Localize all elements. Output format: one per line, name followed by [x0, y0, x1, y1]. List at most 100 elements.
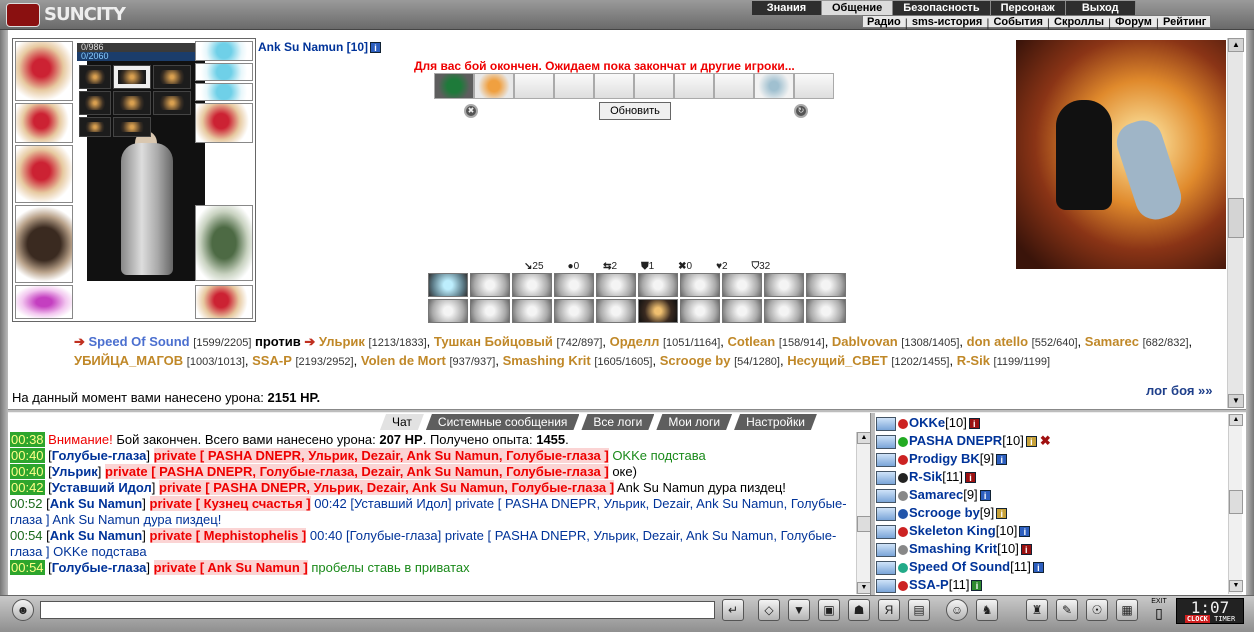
user-info-icon[interactable]: i [964, 472, 976, 484]
main-scrollbar[interactable]: ▲ ▼ [1227, 38, 1244, 408]
gloves-slot[interactable] [195, 103, 253, 143]
user-info-icon[interactable]: i [1025, 436, 1037, 448]
private-message-icon[interactable] [876, 452, 896, 467]
armor-slot[interactable] [15, 205, 73, 283]
skill-slot[interactable] [638, 273, 678, 297]
user-row[interactable]: SSA-P[11] i [876, 576, 1226, 594]
user-info-icon[interactable]: i [996, 454, 1008, 466]
boots-slot[interactable] [195, 285, 253, 319]
fighter-name[interactable]: Volen de Mort [361, 353, 446, 368]
menu-item[interactable]: Общение [822, 1, 894, 15]
save-icon[interactable]: ▣ [818, 599, 840, 621]
fighter-name[interactable]: Cotlean [728, 334, 776, 349]
chat-timestamp[interactable]: 00:40 [10, 464, 45, 479]
user-row[interactable]: Skeleton King[10] i [876, 522, 1226, 540]
user-row[interactable]: Smashing Krit[10] i [876, 540, 1226, 558]
chat-tab[interactable]: Настройки [734, 414, 817, 430]
submenu-item[interactable]: Радио [863, 16, 905, 28]
user-info-icon[interactable]: i [968, 418, 980, 430]
scroll-icon[interactable]: ✎ [1056, 599, 1078, 621]
skill-slot[interactable] [554, 299, 594, 323]
chat-timestamp[interactable]: 00:54 [10, 528, 43, 543]
chat-sender[interactable]: Ank Su Namun [50, 496, 142, 511]
earring-slot[interactable] [195, 41, 253, 61]
user-row[interactable]: R-Sik[11] i [876, 468, 1226, 486]
spell-slot[interactable] [594, 73, 634, 99]
skill-slot[interactable] [470, 273, 510, 297]
skill-slot[interactable] [428, 299, 468, 323]
skill-slot[interactable] [470, 299, 510, 323]
chat-timestamp[interactable]: 00:54 [10, 560, 45, 575]
user-name[interactable]: PASHA DNEPR [909, 433, 1002, 448]
skill-slot[interactable] [680, 299, 720, 323]
helmet-slot[interactable] [15, 41, 73, 101]
skill-slot[interactable] [806, 273, 846, 297]
scroll-up-icon[interactable]: ▲ [857, 432, 871, 444]
scroll-thumb[interactable] [1229, 490, 1243, 514]
eraser-icon[interactable]: ◇ [758, 599, 780, 621]
skill-slot[interactable] [596, 299, 636, 323]
private-message-icon[interactable] [876, 434, 896, 449]
scroll-thumb[interactable] [857, 516, 871, 532]
user-info-icon[interactable]: i [996, 508, 1008, 520]
ring-slot-1[interactable] [79, 65, 111, 89]
user-info-icon[interactable]: i [979, 490, 991, 502]
scroll-slot-2[interactable] [113, 91, 151, 115]
user-row[interactable]: PASHA DNEPR[10] i ✖ [876, 432, 1226, 450]
spell-slot[interactable] [674, 73, 714, 99]
user-row[interactable]: Speed Of Sound[11] i [876, 558, 1226, 576]
skill-slot[interactable] [638, 299, 678, 323]
bracer-slot[interactable] [15, 103, 73, 143]
chat-tab[interactable]: Чат [380, 414, 424, 430]
user-name[interactable]: Smashing Krit [909, 541, 997, 556]
skill-slot[interactable] [428, 273, 468, 297]
send-icon[interactable]: ↵ [722, 599, 744, 621]
private-message-icon[interactable] [876, 470, 896, 485]
ignore-icon[interactable]: ✖ [1040, 433, 1051, 448]
belt-slot[interactable] [15, 285, 73, 319]
chat-sender[interactable]: Голубые-глаза [52, 560, 147, 575]
necklace-slot[interactable] [195, 63, 253, 81]
private-message-icon[interactable] [876, 416, 896, 431]
prev-set-icon[interactable]: ✖ [464, 104, 478, 118]
user-row[interactable]: Prodigy BK[9] i [876, 450, 1226, 468]
spell-slot[interactable] [554, 73, 594, 99]
fighter-name[interactable]: Scrooge by [660, 353, 731, 368]
private-message-icon[interactable] [876, 488, 896, 503]
scroll-slot-1[interactable] [113, 65, 151, 89]
skill-slot[interactable] [806, 299, 846, 323]
filter-icon[interactable]: ▼ [788, 599, 810, 621]
private-message-icon[interactable] [876, 506, 896, 521]
chat-tab[interactable]: Мои логи [656, 414, 732, 430]
inventory-icon[interactable]: ▦ [1116, 599, 1138, 621]
private-message-icon[interactable] [876, 578, 896, 593]
private-message-icon[interactable] [876, 524, 896, 539]
fighter-name[interactable]: R-Sik [957, 353, 990, 368]
skill-slot[interactable] [764, 273, 804, 297]
spell-slot[interactable] [794, 73, 834, 99]
submenu-item[interactable]: sms-история [908, 16, 986, 28]
chat-private-recipients[interactable]: private [ Mephistophelis ] [149, 528, 307, 543]
dragon-icon[interactable]: ♞ [976, 599, 998, 621]
user-info-icon[interactable]: i [971, 580, 983, 592]
chat-timestamp[interactable]: 00:42 [10, 480, 45, 495]
chat-private-recipients[interactable]: private [ PASHA DNEPR, Голубые-глаза, De… [105, 464, 609, 479]
user-info-icon[interactable]: i [1020, 544, 1032, 556]
fighter-name[interactable]: УБИЙЦА_МАГОВ [74, 353, 183, 368]
next-set-icon[interactable]: ↻ [794, 104, 808, 118]
menu-item[interactable]: Безопасность [893, 1, 991, 15]
skill-slot[interactable] [722, 273, 762, 297]
ring-slot-4[interactable] [153, 91, 191, 115]
battle-log-link[interactable]: лог боя »» [1146, 383, 1213, 398]
user-name[interactable]: Scrooge by [909, 505, 980, 520]
user-info-icon[interactable]: i [1032, 562, 1044, 574]
fighter-name[interactable]: Dablvovan [832, 334, 898, 349]
user-row[interactable]: Scrooge by[9] i [876, 504, 1226, 522]
user-row[interactable]: OKKe[10] i [876, 414, 1226, 432]
spell-slot[interactable] [474, 73, 514, 99]
scroll-up-icon[interactable]: ▲ [1228, 38, 1244, 52]
chat-input[interactable] [40, 601, 715, 619]
refresh-button[interactable]: Обновить [599, 102, 671, 120]
chat-timestamp[interactable]: 00:52 [10, 496, 43, 511]
user-name[interactable]: Skeleton King [909, 523, 996, 538]
